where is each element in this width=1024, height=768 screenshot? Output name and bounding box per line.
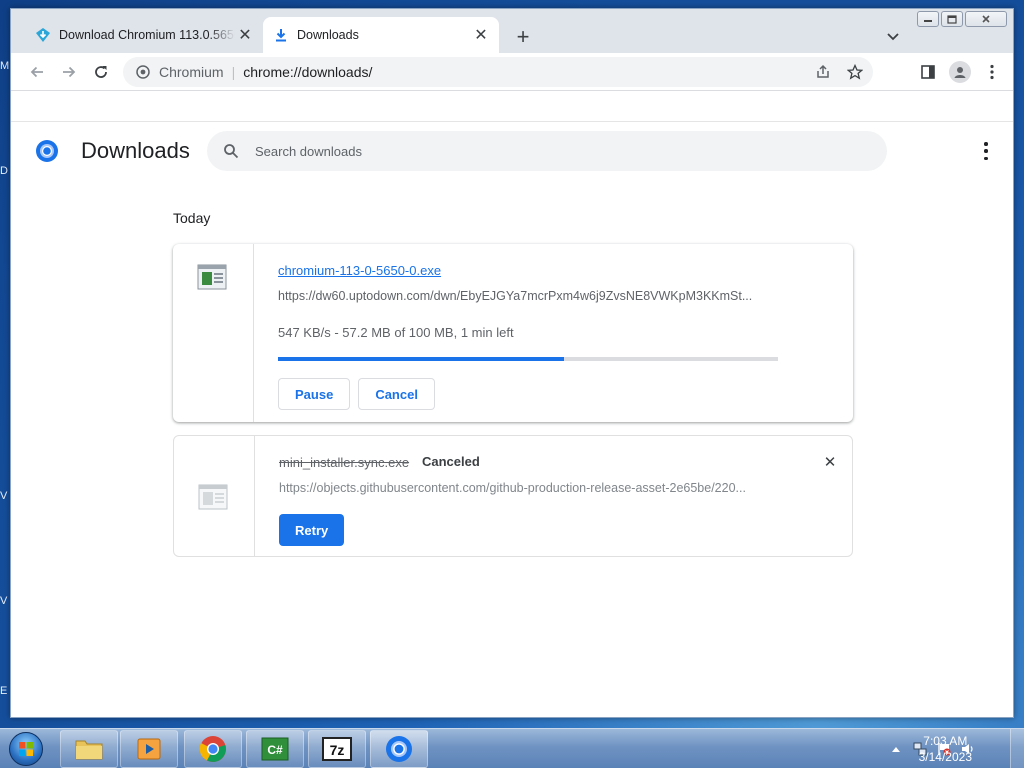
forward-arrow-icon[interactable] [57, 60, 81, 84]
back-arrow-icon[interactable] [25, 60, 49, 84]
installer-file-icon [197, 264, 227, 290]
address-separator: | [231, 64, 236, 80]
installer-file-icon [198, 484, 228, 510]
tab-downloads[interactable]: Downloads ✕ [263, 17, 499, 53]
download-arrow-icon [273, 27, 289, 43]
chrome-icon[interactable] [184, 730, 242, 768]
search-downloads-input[interactable]: Search downloads [207, 131, 887, 171]
download-filename: mini_installer.sync.exe [279, 455, 410, 470]
start-button[interactable] [4, 730, 48, 768]
window-controls [917, 11, 1009, 27]
desktop-icon-label: V [0, 490, 8, 502]
clock-time: 7:03 AM [923, 734, 968, 748]
7zip-label: 7z [330, 742, 345, 758]
share-icon[interactable] [813, 62, 833, 82]
profile-avatar-icon[interactable] [949, 61, 971, 83]
downloads-header: Downloads Search downloads [11, 122, 1013, 180]
7zip-icon[interactable]: 7z [308, 730, 366, 768]
taskbar-clock[interactable]: 7:03 AM 3/14/2023 [919, 733, 972, 765]
remove-item-icon[interactable]: ✕ [820, 452, 840, 472]
pause-button[interactable]: Pause [278, 378, 351, 410]
windows-logo-icon [9, 732, 43, 766]
chromium-site-icon [135, 64, 151, 80]
show-desktop-button[interactable] [1010, 729, 1024, 768]
csharp-label: C# [267, 743, 283, 757]
page-title: Downloads [81, 138, 190, 163]
download-progress-bar [278, 357, 778, 361]
address-bar[interactable]: Chromium | chrome://downloads/ [123, 57, 873, 87]
desktop-icon-label: V [0, 595, 8, 607]
search-icon [221, 141, 241, 161]
desktop-icon-label: M [0, 60, 10, 72]
close-window-button[interactable] [965, 11, 1007, 27]
tab-download-chromium[interactable]: Download Chromium 113.0.5650 ✕ [25, 17, 263, 53]
minimize-button[interactable] [917, 11, 939, 27]
clock-date: 3/14/2023 [918, 750, 972, 764]
new-tab-button[interactable]: + [511, 24, 535, 49]
date-group-label: Today [173, 210, 211, 226]
reload-icon[interactable] [89, 60, 113, 84]
desktop-icon-label: E [0, 685, 8, 697]
download-item: mini_installer.sync.exe Canceled https:/… [173, 435, 853, 557]
taskbar: C# 7z 7:03 AM 3/14/2023 [0, 728, 1024, 768]
download-item: chromium-113-0-5650-0.exe https://dw60.u… [173, 244, 853, 422]
close-tab-icon[interactable]: ✕ [471, 25, 491, 45]
downloads-page: Downloads Search downloads Today chromiu… [11, 122, 1013, 717]
side-panel-icon[interactable] [917, 61, 939, 83]
address-url: chrome://downloads/ [243, 64, 373, 80]
download-filename-link[interactable]: chromium-113-0-5650-0.exe [278, 263, 441, 278]
download-status-badge: Canceled [422, 454, 480, 469]
media-player-icon[interactable] [120, 730, 178, 768]
more-actions-icon[interactable] [983, 142, 989, 160]
desktop-icon-label: D [0, 165, 8, 177]
tab-title: Downloads [297, 28, 359, 42]
cancel-button[interactable]: Cancel [358, 378, 435, 410]
tab-title: Download Chromium 113.0.5650 [59, 28, 235, 42]
explorer-icon[interactable] [60, 730, 118, 768]
bookmark-star-icon[interactable] [845, 62, 865, 82]
site-name: Chromium [159, 64, 224, 80]
chromium-icon[interactable] [370, 730, 428, 768]
download-source-url[interactable]: https://objects.githubusercontent.com/gi… [279, 481, 779, 495]
search-placeholder: Search downloads [255, 143, 362, 159]
close-tab-icon[interactable]: ✕ [235, 25, 255, 45]
browser-menu-icon[interactable] [981, 61, 1003, 83]
browser-toolbar: Chromium | chrome://downloads/ [11, 53, 1013, 91]
progress-fill [278, 357, 564, 361]
file-icon-column [173, 244, 254, 422]
retry-button[interactable]: Retry [279, 514, 345, 546]
browser-window: Download Chromium 113.0.5650 ✕ Downloads… [10, 8, 1014, 718]
file-icon-column [174, 436, 255, 556]
uptodown-icon [35, 27, 51, 43]
show-hidden-icons-icon[interactable] [888, 741, 904, 757]
tab-strip: Download Chromium 113.0.5650 ✕ Downloads… [11, 9, 1013, 53]
chevron-down-icon[interactable] [883, 27, 903, 47]
csharp-icon[interactable]: C# [246, 730, 304, 768]
maximize-button[interactable] [941, 11, 963, 27]
bookmarks-bar [11, 91, 1013, 122]
download-source-url[interactable]: https://dw60.uptodown.com/dwn/EbyEJGYa7m… [278, 289, 778, 303]
download-progress-text: 547 KB/s - 57.2 MB of 100 MB, 1 min left [278, 325, 514, 340]
chromium-logo-icon [35, 139, 59, 163]
